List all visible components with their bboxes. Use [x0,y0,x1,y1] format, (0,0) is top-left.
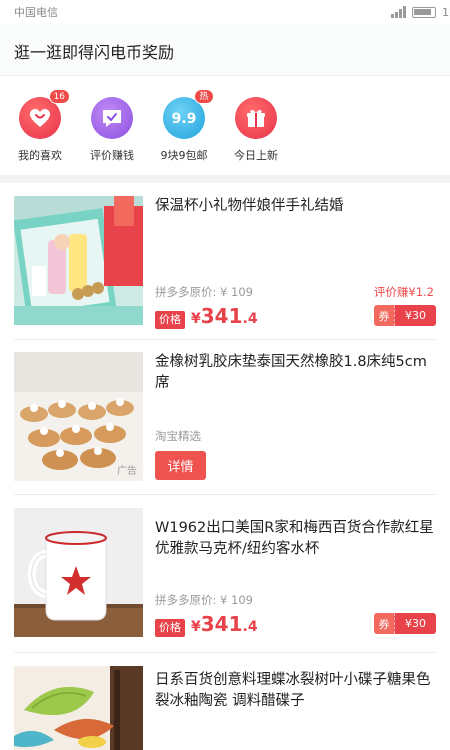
quick-link-favorites[interactable]: 16 我的喜欢 [8,89,72,163]
gift-icon [235,97,277,139]
price-tag: 价格 [155,619,185,637]
currency-symbol: ¥ [191,311,201,327]
price-row: 价格 ¥341.4 [155,612,258,637]
price-integer: 341 [200,612,243,636]
heart-icon: 16 [19,89,70,139]
coupon-label: 券 [374,305,394,326]
price-integer: 341 [200,304,243,328]
price-decimal: .4 [242,619,258,635]
coupon-value: ¥30 [394,305,436,326]
hot-badge: 热 [194,89,214,104]
coupon-value: ¥30 [394,613,436,634]
quick-link-new-today[interactable]: 今日上新 [224,97,288,163]
coupon-button[interactable]: 券 ¥30 [374,613,436,634]
quick-link-review-earn[interactable]: 评价赚钱 [80,97,144,163]
product-source: 淘宝精选 [155,429,201,443]
section-divider [0,175,450,183]
review-reward: 评价赚¥1.2 [373,285,434,299]
price-tag: 价格 [155,311,185,329]
status-indicators: 12 [391,4,450,20]
nine-nine-icon: 9.9 热 [163,89,214,139]
favorites-badge: 16 [48,89,70,104]
price-value: ¥341.4 [191,304,258,328]
coupon-label: 券 [374,613,394,634]
chat-check-icon [91,97,133,139]
product-image[interactable] [14,196,143,325]
quick-links: 16 我的喜欢 评价赚钱 9.9 热 9块9包邮 今日上新 [0,77,450,175]
coupon-button[interactable]: 券 ¥30 [374,305,436,326]
battery-icon [412,6,436,18]
original-price: 拼多多原价: ¥ 109 [155,593,253,607]
price-decimal: .4 [242,311,258,327]
quick-link-label: 我的喜欢 [18,149,62,162]
quick-link-label: 评价赚钱 [90,149,134,162]
details-button[interactable]: 详情 [155,451,206,480]
status-bar: 中国电信 12 [0,0,450,24]
quick-link-label: 今日上新 [234,149,278,162]
status-time: 12 [442,5,450,19]
product-title[interactable]: W1962出口美国R家和梅西百货合作款红星优雅款马克杯/纽约客水杯 [155,518,437,560]
product-image[interactable] [14,508,143,637]
carrier-name: 中国电信 [14,6,58,19]
product-image[interactable]: 广告 [14,352,143,481]
product-title[interactable]: 日系百货创意料理蝶冰裂树叶小碟子糖果色裂冰釉陶瓷 调料醋碟子 [155,670,437,712]
quick-link-label: 9块9包邮 [160,149,208,162]
product-title[interactable]: 金橡树乳胶床垫泰国天然橡胶1.8床纯5cm席 [155,352,437,394]
svg-text:9.9: 9.9 [172,111,197,127]
page-title: 逛一逛即得闪电币奖励 [14,43,175,62]
item-separator [14,339,436,340]
product-image[interactable] [14,666,143,750]
item-separator [14,494,436,495]
signal-icon [391,6,406,18]
original-price: 拼多多原价: ¥ 109 [155,285,253,299]
price-row: 价格 ¥341.4 [155,304,258,329]
item-separator [14,652,436,653]
currency-symbol: ¥ [191,619,201,635]
quick-link-nine-nine[interactable]: 9.9 热 9块9包邮 [152,89,216,163]
page-header: 逛一逛即得闪电币奖励 [0,24,450,76]
ad-label: 广告 [117,466,137,477]
price-value: ¥341.4 [191,612,258,636]
product-title[interactable]: 保温杯小礼物伴娘伴手礼结婚 [155,196,437,217]
